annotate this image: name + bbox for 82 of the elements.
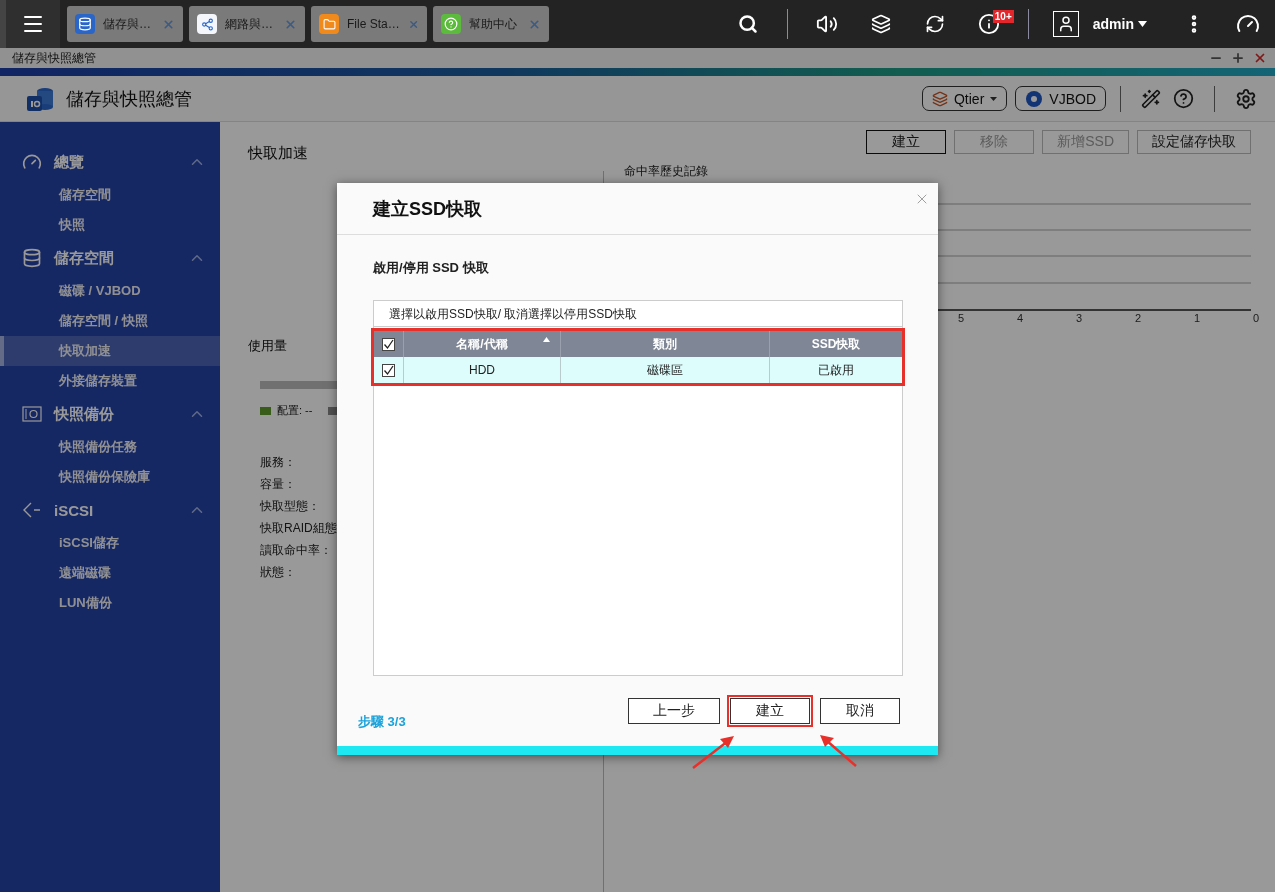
sidebar-item[interactable]: 快取加速: [0, 336, 220, 366]
table-cell: HDD: [403, 357, 560, 383]
user-icon[interactable]: [1052, 11, 1079, 37]
info-label: 服務：: [260, 454, 297, 471]
app-tab[interactable]: 網路與…: [189, 6, 305, 42]
annotation-arrow: [690, 733, 736, 771]
sidebar-item[interactable]: 快照備份任務: [0, 432, 220, 462]
disk-icon: [1025, 89, 1044, 108]
help-icon: [441, 14, 461, 34]
settings-icon[interactable]: [1235, 87, 1257, 110]
table-cell: 已啟用: [769, 357, 902, 383]
sidebar-item[interactable]: 遠端磁碟: [0, 558, 220, 588]
diamond-arrow-icon: [22, 500, 42, 520]
table-caption: 選擇以啟用SSD快取/ 取消選擇以停用SSD快取: [374, 301, 902, 327]
app-tab[interactable]: 幫助中心: [433, 6, 549, 42]
group-label: 快照備份: [54, 404, 115, 424]
dialog-button[interactable]: 取消: [820, 698, 900, 724]
database-icon: [75, 14, 95, 34]
menu-button[interactable]: [0, 0, 60, 48]
sidebar-item[interactable]: 磁碟 / VJBOD: [0, 276, 220, 306]
gauge-icon: [22, 152, 42, 172]
group-label: 總覽: [54, 152, 85, 172]
sidebar-group[interactable]: 儲存空間: [0, 240, 220, 276]
tab-label: 儲存與…: [103, 15, 152, 33]
step-indicator: 步驟 3/3: [358, 713, 407, 731]
group-label: iSCSI: [54, 501, 95, 519]
usage-title: 使用量: [248, 337, 287, 355]
dialog-title: 建立SSD快取: [373, 197, 482, 221]
table-cell: 磁碟區: [560, 357, 769, 383]
sidebar-group[interactable]: iSCSI: [0, 492, 220, 528]
sidebar-item[interactable]: 快照備份保險庫: [0, 462, 220, 492]
group-label: 儲存空間: [54, 248, 115, 268]
axis-tick-label: 1: [1192, 312, 1200, 324]
camera-icon: [22, 406, 42, 422]
info-label: 容量：: [260, 476, 297, 493]
sidebar-item[interactable]: 儲存空間: [0, 180, 220, 210]
axis-tick-label: 0: [1251, 312, 1259, 324]
app-tab[interactable]: 儲存與…: [67, 6, 183, 42]
notification-badge: 10+: [992, 10, 1014, 23]
checkbox[interactable]: [382, 337, 395, 351]
legend-label: 配置: --: [277, 403, 313, 418]
axis-tick-label: 3: [1074, 312, 1082, 324]
action-button[interactable]: 建立: [866, 130, 947, 154]
network-icon: [197, 14, 217, 34]
caret-icon: [990, 96, 998, 101]
page-title: 快取加速: [248, 144, 308, 163]
help-icon[interactable]: [1173, 88, 1194, 109]
action-button[interactable]: 設定儲存快取: [1137, 130, 1251, 154]
sidebar-item[interactable]: 快照: [0, 210, 220, 240]
dialog-button[interactable]: 建立: [730, 698, 810, 724]
section-title: 啟用/停用 SSD 快取: [373, 259, 490, 277]
info-label: 快取RAID組態: [260, 520, 338, 537]
caret-icon: [1138, 21, 1147, 27]
axis-tick-label: 4: [1015, 312, 1023, 324]
axis-tick-label: 2: [1133, 312, 1141, 324]
info-label: 讀取命中率：: [260, 542, 333, 559]
sidebar-group[interactable]: 快照備份: [0, 396, 220, 432]
chart-title: 命中率歷史記錄: [624, 163, 708, 180]
sidebar-item[interactable]: iSCSI儲存: [0, 528, 220, 558]
tab-label: File Sta…: [347, 17, 400, 31]
vjbod-button[interactable]: VJBOD: [1015, 86, 1106, 111]
info-label: 快取型態：: [260, 498, 321, 515]
magic-wand-icon[interactable]: [1141, 88, 1161, 109]
window-title: 儲存與快照總管: [12, 49, 96, 67]
axis-tick-label: 5: [956, 312, 964, 324]
info-label: 狀態：: [260, 564, 297, 581]
tab-label: 網路與…: [225, 15, 274, 33]
tab-label: 幫助中心: [469, 15, 518, 33]
app-title: 儲存與快照總管: [66, 87, 193, 111]
sidebar-item[interactable]: LUN備份: [0, 588, 220, 618]
folder-icon: [319, 14, 339, 34]
sidebar-item[interactable]: 儲存空間 / 快照: [0, 306, 220, 336]
sidebar-item[interactable]: 外接儲存裝置: [0, 366, 220, 396]
database-icon: [22, 248, 42, 268]
user-menu[interactable]: admin: [1086, 15, 1153, 33]
app-tab[interactable]: File Sta…: [311, 6, 427, 42]
qtier-button[interactable]: Qtier: [921, 86, 1008, 111]
layers-icon: [931, 90, 948, 107]
checkbox[interactable]: [382, 363, 395, 377]
dialog-button[interactable]: 上一步: [628, 698, 720, 724]
legend-swatch: [260, 406, 271, 415]
sidebar-group[interactable]: 總覽: [0, 144, 220, 180]
